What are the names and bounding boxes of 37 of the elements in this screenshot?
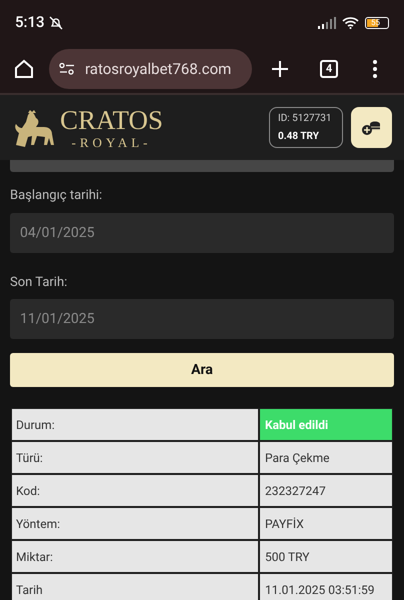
- table-cell: 500 TRY: [260, 541, 392, 572]
- site-settings-icon[interactable]: [59, 63, 75, 75]
- logo-subtitle: -ROYAL-: [72, 136, 152, 148]
- table-cell: 232327247: [260, 475, 392, 506]
- signal-icon: [318, 16, 336, 28]
- coins-plus-icon: [360, 120, 382, 136]
- table-cell: PAYFİX: [260, 508, 392, 539]
- notifications-off-icon: [48, 16, 63, 30]
- table-cell: Türü:: [12, 442, 258, 473]
- site-logo[interactable]: CRATOS -ROYAL-: [12, 106, 164, 148]
- home-icon[interactable]: [14, 59, 34, 79]
- table-cell: Miktar:: [12, 541, 258, 572]
- table-cell: Kod:: [12, 475, 258, 506]
- table-cell: Kabul edildi: [260, 409, 392, 440]
- url-text: ratosroyalbet768.com: [85, 58, 232, 80]
- logo-title: CRATOS: [60, 106, 164, 134]
- tab-switcher-button[interactable]: 4: [320, 60, 338, 78]
- select-field[interactable]: [10, 160, 394, 172]
- account-id: ID: 5127731: [278, 112, 333, 126]
- deposit-button[interactable]: [351, 107, 392, 148]
- menu-icon[interactable]: [373, 60, 377, 78]
- account-info-box[interactable]: ID: 5127731 0.48 TRY: [269, 107, 343, 148]
- table-cell: 11.01.2025 03:51:59: [260, 574, 392, 600]
- field-label: Başlangıç tarihi:: [10, 187, 104, 205]
- clock: 5:13: [15, 12, 45, 34]
- date-field[interactable]: 04/01/2025: [10, 212, 394, 252]
- search-button[interactable]: Ara: [10, 353, 394, 387]
- table-cell: Tarih: [12, 574, 258, 600]
- address-bar[interactable]: ratosroyalbet768.com: [49, 49, 252, 89]
- table-cell: Yöntem:: [12, 508, 258, 539]
- new-tab-icon[interactable]: [272, 61, 288, 77]
- wifi-icon: [342, 16, 359, 29]
- field-label: Son Tarih:: [10, 274, 68, 292]
- table-cell: Para Çekme: [260, 442, 392, 473]
- balance: 0.48 TRY: [278, 130, 320, 144]
- date-field[interactable]: 11/01/2025: [10, 299, 394, 339]
- table-cell: Durum:: [12, 409, 258, 440]
